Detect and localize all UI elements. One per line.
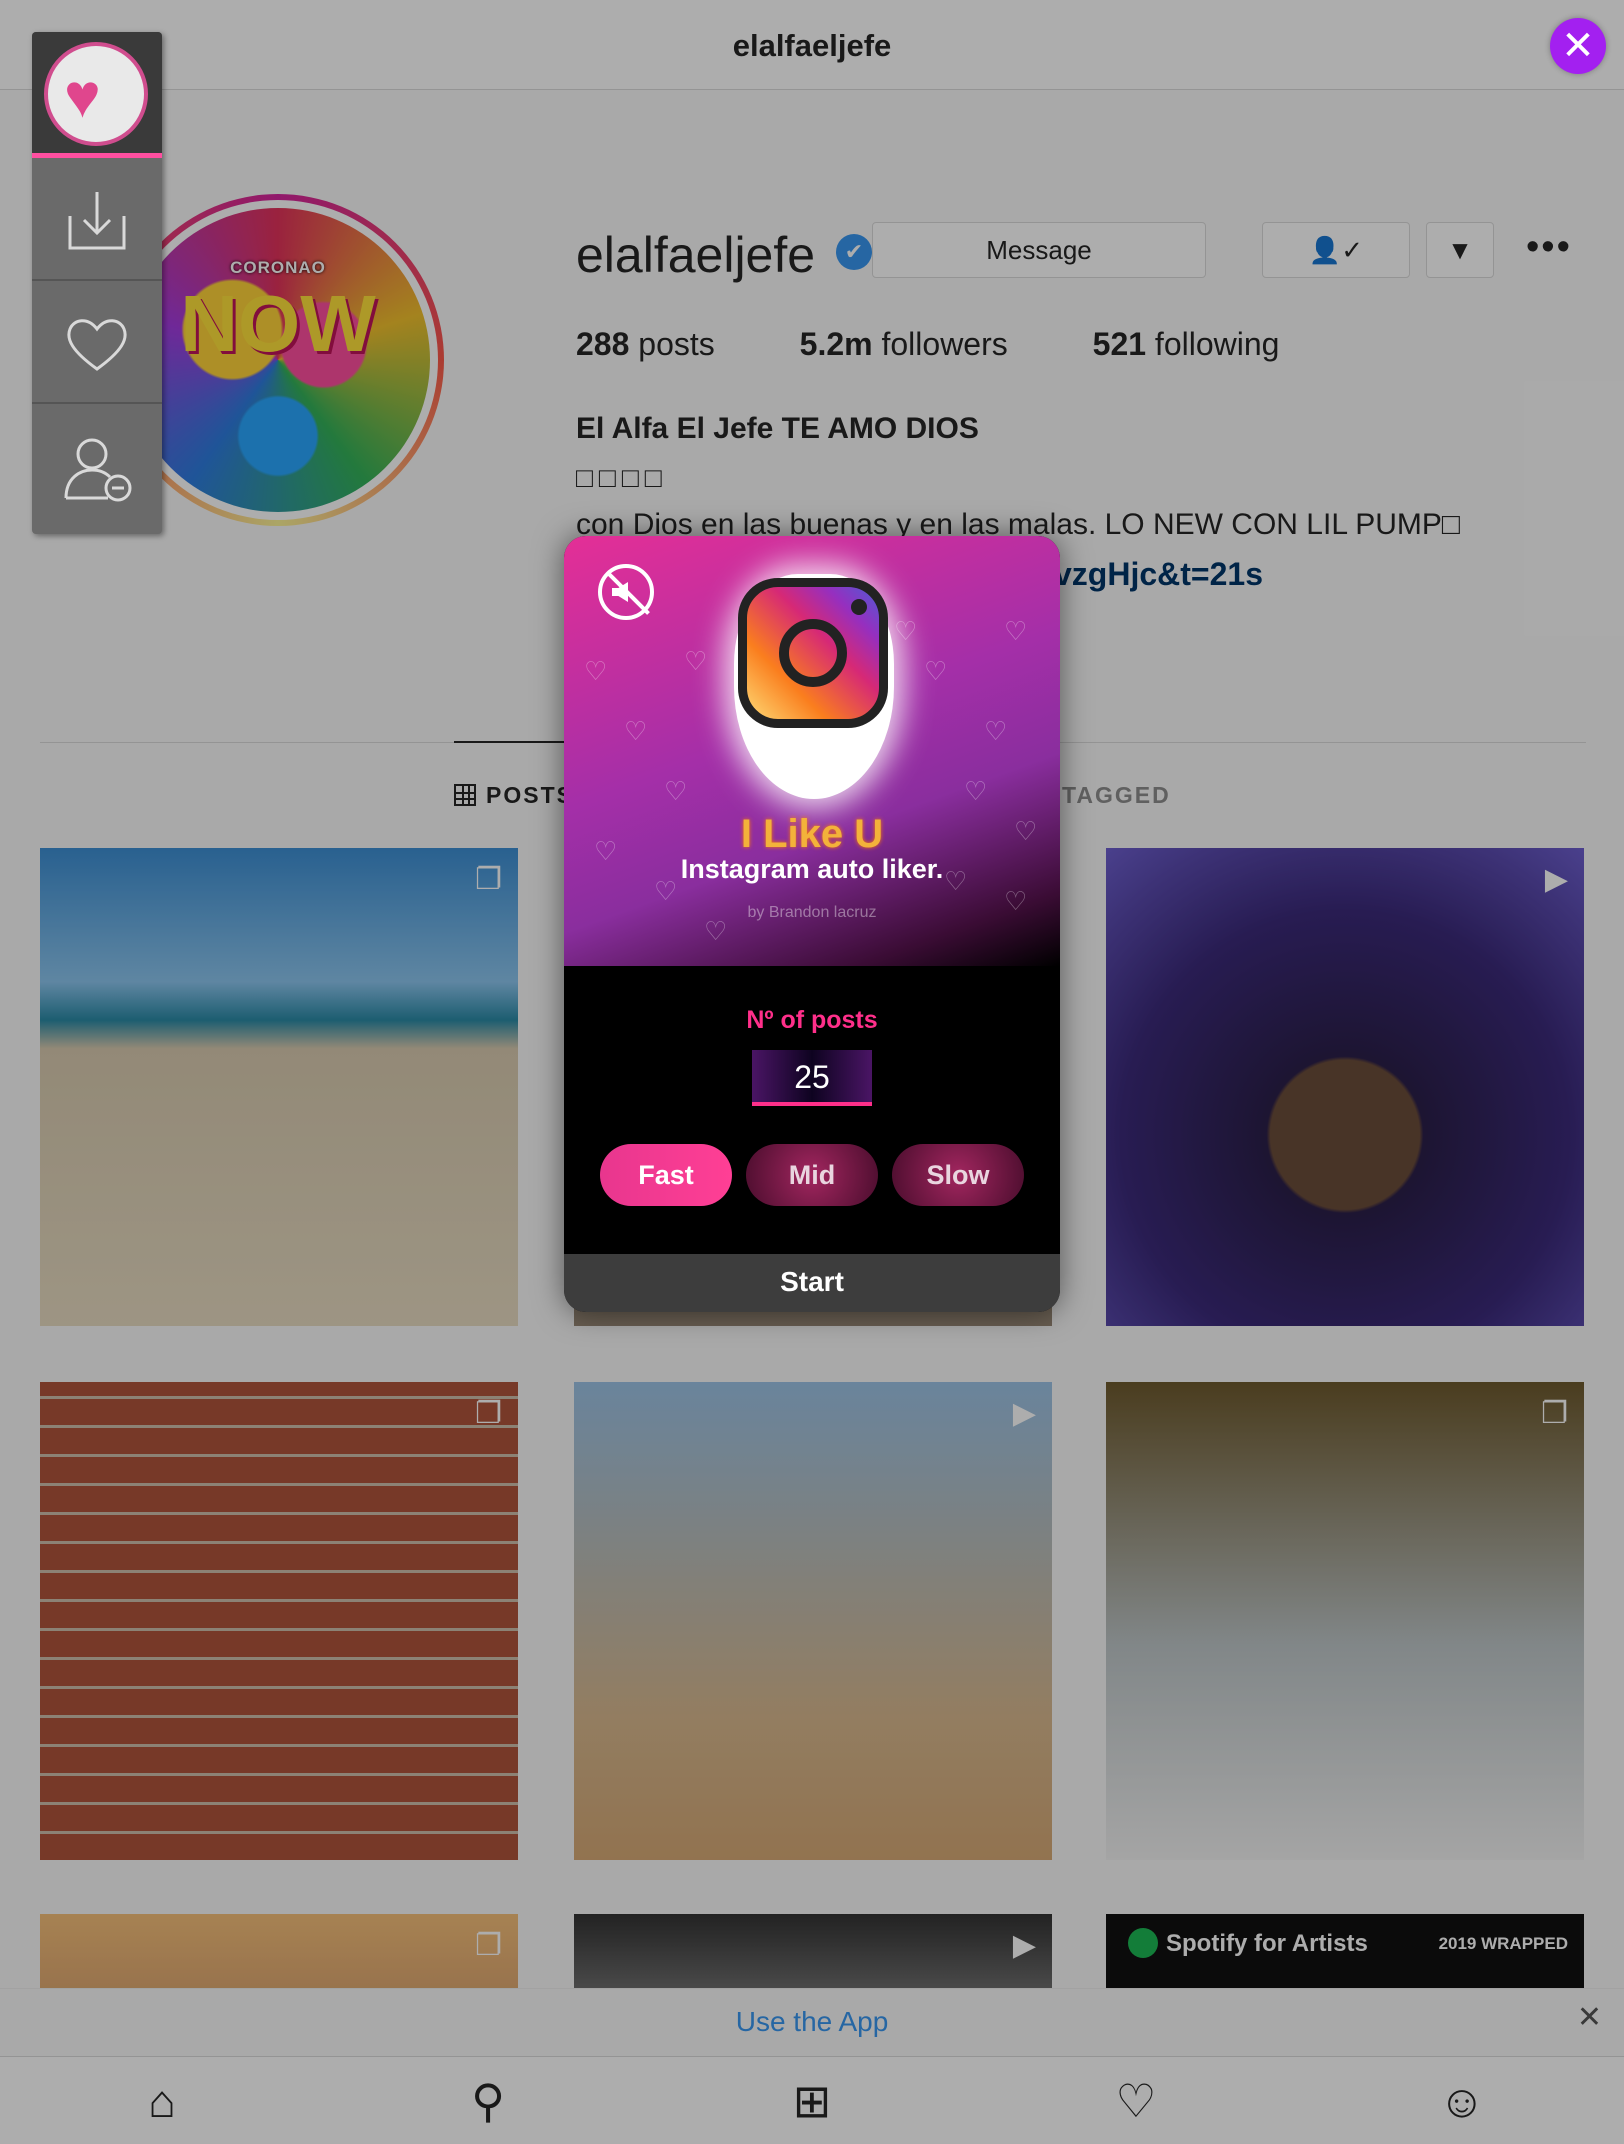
instagram-camera-icon — [738, 578, 888, 728]
app-tagline: Instagram auto liker. — [680, 854, 944, 884]
auto-liker-popup: ♡ ♡ ♡ ♡ ♡ ♡ ♡ ♡ ♡ ♡ ♡ ♡ ♡ ♡ ♡ I Like U Instagram a… — [564, 536, 1060, 1312]
start-button[interactable]: Start — [564, 1254, 1060, 1312]
popup-hero: ♡ ♡ ♡ ♡ ♡ ♡ ♡ ♡ ♡ ♡ ♡ ♡ ♡ ♡ ♡ I Like U Instagram a… — [564, 536, 1060, 966]
extension-logo[interactable]: ♥ — [32, 32, 162, 158]
speed-fast-button[interactable]: Fast — [600, 1144, 732, 1206]
app-name: I Like U — [740, 812, 884, 856]
download-button[interactable] — [32, 158, 162, 281]
extension-toolbar: ♥ — [32, 32, 162, 534]
mute-sound-icon[interactable] — [598, 564, 654, 620]
heart-camera-icon: ♥ — [64, 62, 101, 131]
close-extension-button[interactable]: ✕ — [1550, 18, 1606, 74]
heart-outline-icon — [67, 319, 127, 371]
posts-count-input[interactable]: 25 — [752, 1050, 872, 1106]
speed-mid-button[interactable]: Mid — [746, 1144, 878, 1206]
download-icon — [68, 192, 126, 250]
app-author: by Brandon lacruz — [747, 904, 877, 921]
like-button[interactable] — [32, 281, 162, 404]
unfollow-button[interactable] — [32, 404, 162, 527]
speed-slow-button[interactable]: Slow — [892, 1144, 1024, 1206]
posts-count-label: Nº of posts — [746, 1006, 878, 1034]
user-remove-icon — [64, 438, 132, 502]
